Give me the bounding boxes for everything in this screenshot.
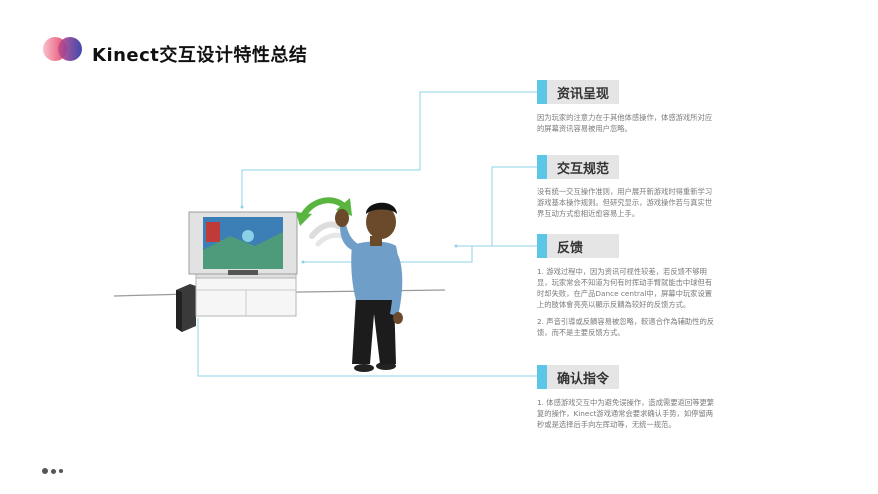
section-paragraph: 没有统一交互操作准则，用户展开新游戏时得重新学习游戏基本操作规则。但研究显示，游… <box>537 187 713 218</box>
section-accent-bar <box>537 365 547 389</box>
section-title: 确认指令 <box>557 372 610 387</box>
section-paragraph: 1. 游戏过程中，因为资讯可视性较差，若反馈不够明显，玩家常会不知道为何有时挥动… <box>537 267 713 309</box>
section-accent-bar <box>537 155 547 179</box>
three-dots-icon[interactable] <box>42 467 66 475</box>
pager-dot <box>59 469 63 473</box>
television <box>188 211 298 275</box>
pager-dot <box>51 468 56 474</box>
section-body-confirm-command: 1. 体感游戏交互中为避免误操作，造成需要返回等更繁复的操作，Kinect游戏通… <box>537 397 715 436</box>
section-title: 交互规范 <box>557 162 610 177</box>
avatar-figure <box>335 202 403 372</box>
section-accent-bar <box>537 80 547 104</box>
section-body-info-display: 因为玩家的注意力在于其他体感操作，体感游戏所对应的屏幕资讯容易被用户忽略。 <box>537 112 715 140</box>
section-header-interaction-rules: 交互规范 <box>537 155 619 179</box>
section-accent-bar <box>537 234 547 258</box>
kinect-player-illustration <box>113 197 446 372</box>
pager-dot <box>42 468 48 474</box>
section-header-info-display: 资讯呈现 <box>537 80 619 104</box>
section-paragraph: 2. 声音引導或反饋容易被忽略，較適合作為辅助性的反馈，而不是主要反馈方式。 <box>537 317 715 337</box>
section-title: 资讯呈现 <box>557 87 610 102</box>
section-title: 反馈 <box>557 241 584 256</box>
xbox-console <box>176 284 196 332</box>
section-paragraph: 1. 体感游戏交互中为避免误操作，造成需要返回等更繁复的操作，Kinect游戏通… <box>537 398 715 429</box>
tv-stand <box>195 271 297 317</box>
section-header-feedback: 反馈 <box>537 234 619 258</box>
section-body-interaction-rules: 没有统一交互操作准则，用户展开新游戏时得重新学习游戏基本操作规则。但研究显示，游… <box>537 186 715 225</box>
section-header-confirm-command: 确认指令 <box>537 365 619 389</box>
section-paragraph: 因为玩家的注意力在于其他体感操作，体感游戏所对应的屏幕资讯容易被用户忽略。 <box>537 113 713 133</box>
section-body-feedback: 1. 游戏过程中，因为资讯可视性较差，若反馈不够明显，玩家常会不知道为何有时挥动… <box>537 266 715 344</box>
